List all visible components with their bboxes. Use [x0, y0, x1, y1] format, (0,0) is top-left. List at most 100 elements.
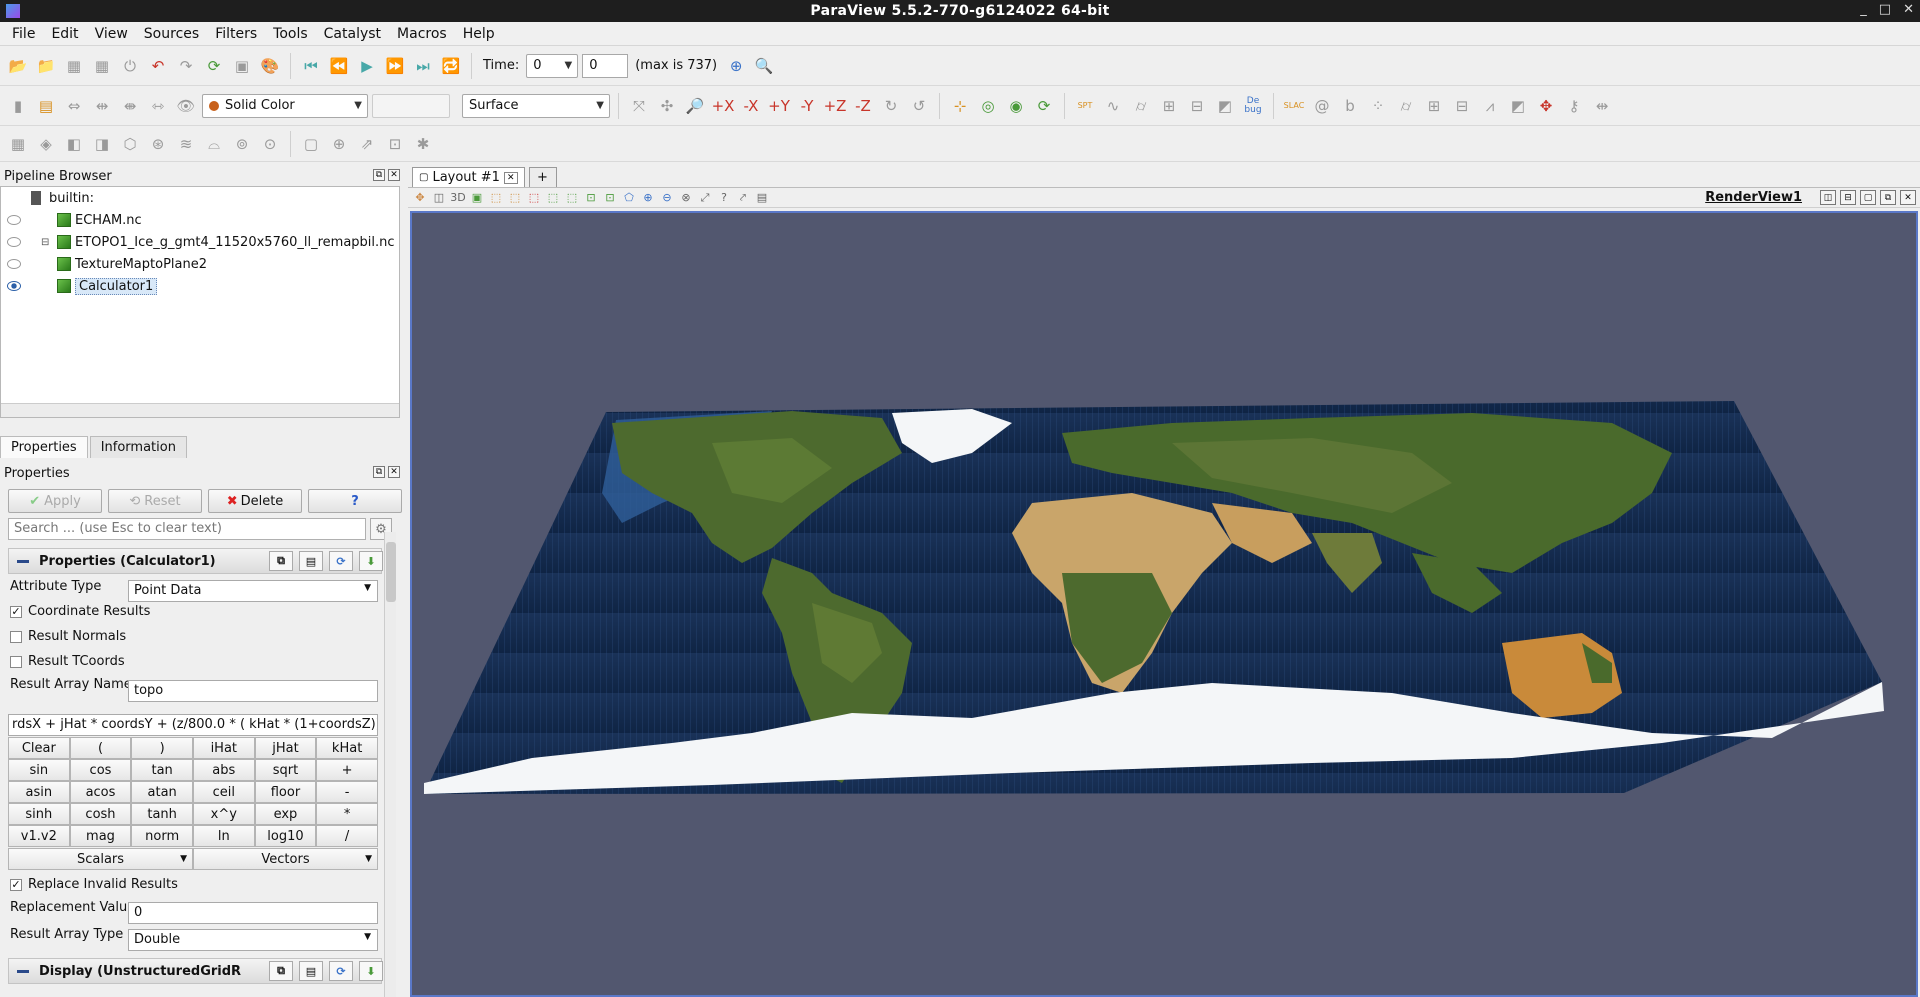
- pick-center-icon[interactable]: ⟳: [1032, 94, 1056, 118]
- tab-information[interactable]: Information: [89, 436, 187, 458]
- center-axes-icon[interactable]: ⊹: [948, 94, 972, 118]
- eye-toggle-icon[interactable]: 👁: [174, 94, 198, 118]
- key-icon[interactable]: ⚷: [1562, 94, 1586, 118]
- component-combo[interactable]: [372, 93, 450, 118]
- calc-key-button[interactable]: mag: [69, 825, 132, 847]
- particles-icon[interactable]: ⁘: [1366, 94, 1390, 118]
- calc-key-button[interactable]: floor: [254, 781, 317, 803]
- tab-properties[interactable]: Properties: [0, 436, 88, 458]
- calc-key-button[interactable]: sin: [8, 759, 70, 781]
- apply-button[interactable]: ✔ Apply: [8, 489, 102, 513]
- save-data-icon[interactable]: ▦: [62, 54, 86, 78]
- view-minus-x-icon[interactable]: -X: [739, 94, 763, 118]
- calc-key-button[interactable]: sinh: [8, 803, 70, 825]
- calc-key-button[interactable]: ln: [192, 825, 255, 847]
- close-dock-icon[interactable]: ✕: [388, 169, 400, 181]
- scalars-dropdown[interactable]: Scalars ▼: [8, 848, 193, 870]
- calc-key-button[interactable]: Clear: [8, 737, 70, 759]
- show-center-icon[interactable]: ◎: [976, 94, 1000, 118]
- open-recent-icon[interactable]: 📁: [34, 54, 58, 78]
- close-button[interactable]: ✕: [1903, 2, 1914, 17]
- query-icon[interactable]: ?: [716, 190, 732, 206]
- help-button[interactable]: ?: [308, 489, 402, 513]
- calc-key-button[interactable]: (: [69, 737, 132, 759]
- maximize-view-icon[interactable]: ▢: [1860, 190, 1876, 205]
- calc-key-button[interactable]: jHat: [254, 737, 317, 759]
- menu-help[interactable]: Help: [455, 26, 503, 42]
- pipeline-item-texturemap[interactable]: TextureMaptoPlane2: [1, 253, 399, 275]
- color-by-combo[interactable]: Solid Color ▼: [202, 93, 368, 118]
- calc-key-button[interactable]: asin: [8, 781, 70, 803]
- calc-key-button[interactable]: sqrt: [254, 759, 317, 781]
- layout-tab[interactable]: ▢ Layout #1 ✕: [412, 167, 525, 187]
- threshold-icon[interactable]: ⬡: [118, 132, 142, 156]
- menu-file[interactable]: File: [4, 26, 43, 42]
- open-icon[interactable]: 📂: [6, 54, 30, 78]
- result-normals-checkbox[interactable]: Result Normals: [10, 629, 126, 644]
- reset-center-icon[interactable]: ◉: [1004, 94, 1028, 118]
- clip-icon[interactable]: ◧: [62, 132, 86, 156]
- select-block-icon[interactable]: ⬚: [545, 190, 561, 206]
- horizontal-scrollbar[interactable]: [1, 403, 399, 417]
- stream-tracer-icon[interactable]: ⌓: [202, 132, 226, 156]
- play-icon[interactable]: ▶: [355, 54, 379, 78]
- reset-camera-icon[interactable]: ⤧: [627, 94, 651, 118]
- properties-scrollbar[interactable]: [384, 532, 396, 997]
- display-section[interactable]: Display (UnstructuredGridR ⧉ ▤ ⟳ ⬇: [8, 958, 383, 984]
- grow-selection-icon[interactable]: ⊕: [640, 190, 656, 206]
- replace-invalid-checkbox[interactable]: ✓ Replace Invalid Results: [10, 877, 178, 892]
- view-plus-z-icon[interactable]: +Z: [823, 94, 847, 118]
- contrast-alt-icon[interactable]: ◩: [1506, 94, 1530, 118]
- minimize-button[interactable]: _: [1860, 2, 1867, 17]
- hover-cells-icon[interactable]: ⊡: [602, 190, 618, 206]
- render-view-name[interactable]: RenderView1: [1705, 190, 1802, 205]
- edit-color-map-icon[interactable]: ▤: [34, 94, 58, 118]
- calc-key-button[interactable]: ceil: [192, 781, 255, 803]
- settings-icon[interactable]: ✱: [411, 132, 435, 156]
- menu-macros[interactable]: Macros: [389, 26, 455, 42]
- rotate-plus-90-icon[interactable]: ↻: [879, 94, 903, 118]
- close-tab-icon[interactable]: ✕: [503, 171, 518, 184]
- refresh-icon[interactable]: ⟳: [329, 961, 353, 981]
- split-horizontal-icon[interactable]: ◫: [1820, 190, 1836, 205]
- pipeline-item-echam[interactable]: ECHAM.nc: [1, 209, 399, 231]
- calc-key-button[interactable]: x^y: [192, 803, 255, 825]
- reset-range-icon[interactable]: ⇔: [62, 94, 86, 118]
- hover-points-icon[interactable]: ⊡: [583, 190, 599, 206]
- visibility-eye-icon[interactable]: [7, 237, 21, 247]
- zoom-to-data-icon[interactable]: ✣: [655, 94, 679, 118]
- result-array-type-select[interactable]: Double ▼: [128, 929, 378, 951]
- glyph-icon[interactable]: ≋: [174, 132, 198, 156]
- calc-key-button[interactable]: cosh: [69, 803, 132, 825]
- add-camera-icon[interactable]: ⊕: [724, 54, 748, 78]
- save-defaults-icon[interactable]: ⬇: [359, 551, 383, 571]
- sphere-mesh-icon[interactable]: ⊟: [1185, 94, 1209, 118]
- search-camera-icon[interactable]: 🔍: [752, 54, 776, 78]
- new-layout-tab[interactable]: +: [528, 167, 557, 187]
- mesh-icon[interactable]: ⊞: [1422, 94, 1446, 118]
- paste-icon[interactable]: ▤: [299, 551, 323, 571]
- probe-icon[interactable]: ⇗: [355, 132, 379, 156]
- contrast-icon[interactable]: ◩: [1213, 94, 1237, 118]
- calc-key-button[interactable]: log10: [254, 825, 317, 847]
- select-frustum-icon[interactable]: ⬚: [526, 190, 542, 206]
- visibility-eye-icon[interactable]: [7, 281, 21, 291]
- plot-icon[interactable]: ∿: [1101, 94, 1125, 118]
- calc-key-button[interactable]: +: [316, 759, 378, 781]
- undock-icon[interactable]: ⧉: [373, 466, 385, 478]
- pipeline-item-calculator[interactable]: Calculator1: [1, 275, 399, 297]
- menu-tools[interactable]: Tools: [265, 26, 316, 42]
- attribute-type-select[interactable]: Point Data ▼: [128, 580, 378, 602]
- disconnect-icon[interactable]: ⏻: [118, 54, 142, 78]
- adjust-camera-icon[interactable]: ◫: [431, 190, 447, 206]
- calc-key-button[interactable]: iHat: [192, 737, 255, 759]
- calc-key-button[interactable]: cos: [69, 759, 132, 781]
- save-defaults-icon[interactable]: ⬇: [359, 961, 383, 981]
- calc-key-button[interactable]: norm: [131, 825, 193, 847]
- view-minus-z-icon[interactable]: -Z: [851, 94, 875, 118]
- polygon-select-icon[interactable]: ⬠: [621, 190, 637, 206]
- select-cells-icon[interactable]: ⬚: [488, 190, 504, 206]
- reset-button[interactable]: ⟲ Reset: [108, 489, 202, 513]
- last-frame-icon[interactable]: ⏭: [411, 54, 435, 78]
- undo-icon[interactable]: ↶: [146, 54, 170, 78]
